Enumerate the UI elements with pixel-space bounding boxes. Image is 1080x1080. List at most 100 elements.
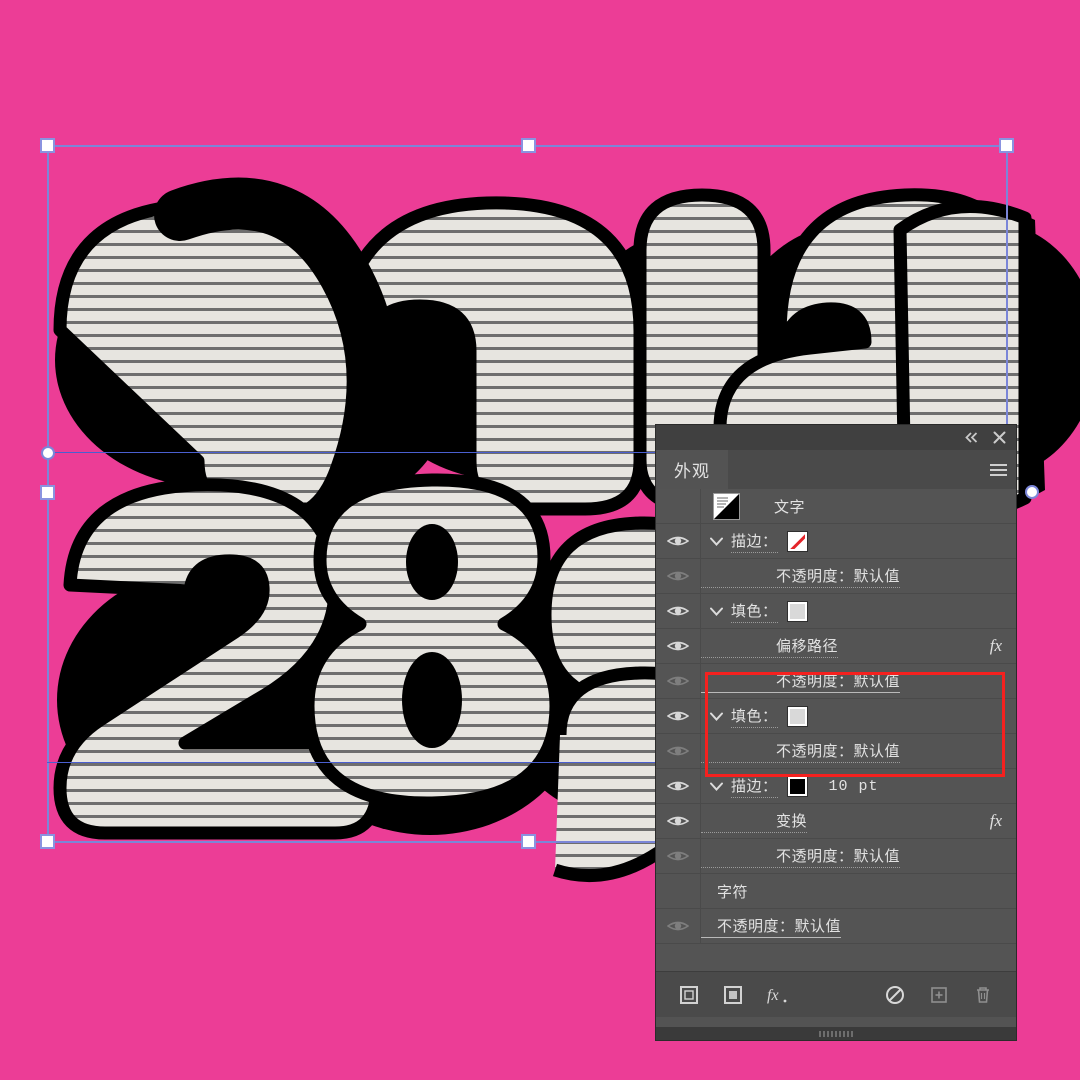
fill-color-swatch-1[interactable] <box>787 601 807 621</box>
close-panel-icon[interactable] <box>993 431 1006 444</box>
selection-handle-top-right[interactable] <box>999 138 1014 153</box>
row-label-character: 字符 <box>717 883 749 901</box>
appearance-row-fill-1-opacity[interactable]: 不透明度：默认值 <box>656 664 1016 699</box>
appearance-row-offset-path[interactable]: 偏移路径 fx <box>656 629 1016 664</box>
add-effect-button[interactable]: fx <box>766 984 788 1006</box>
fx-icon: fx <box>767 987 787 1004</box>
row-label-fill-2-opacity: 不透明度：默认值 <box>701 740 901 763</box>
eye-cell-empty <box>656 489 701 523</box>
eye-icon <box>667 851 689 861</box>
tab-appearance[interactable]: 外观 <box>656 450 728 489</box>
grip-dots-icon <box>819 1030 853 1037</box>
row-label-stroke-1: 描边： <box>731 530 778 553</box>
panel-menu-icon[interactable] <box>980 450 1016 489</box>
row-label-stroke-2: 描边： <box>731 775 778 798</box>
selection-handle-middle-left[interactable] <box>40 485 55 500</box>
panel-resize-grip[interactable] <box>656 1027 1016 1040</box>
appearance-row-fill-2-opacity[interactable]: 不透明度：默认值 <box>656 734 1016 769</box>
fill-color-swatch-2[interactable] <box>787 706 807 726</box>
appearance-list[interactable]: 文字 描边： 不透明度：默认值 填色： 偏移路径 fx 不透明度：默认值 填色：… <box>656 489 1016 971</box>
fx-icon-offset-path[interactable]: fx <box>990 636 1002 656</box>
row-label-fill-2: 填色： <box>731 705 778 728</box>
appearance-panel[interactable]: 外观 文字 描边： 不透明度：默认值 填色： 偏移路径 fx 不透明度：默认值 … <box>656 425 1016 1040</box>
eye-icon <box>667 641 689 651</box>
visibility-toggle-stroke-2-opacity[interactable] <box>656 839 701 873</box>
visibility-toggle-stroke-1[interactable] <box>656 524 701 558</box>
add-new-stroke-button[interactable] <box>678 984 700 1006</box>
eye-icon <box>667 746 689 756</box>
add-new-fill-button[interactable] <box>722 984 744 1006</box>
disclosure-stroke-1[interactable] <box>701 537 731 546</box>
appearance-row-fill-2[interactable]: 填色： <box>656 699 1016 734</box>
row-label-stroke-1-opacity: 不透明度：默认值 <box>701 565 901 588</box>
eye-icon <box>667 781 689 791</box>
appearance-row-type-object[interactable]: 文字 <box>656 489 1016 524</box>
selection-handle-bottom-left[interactable] <box>40 834 55 849</box>
visibility-toggle-fill-2-opacity[interactable] <box>656 734 701 768</box>
no-symbol-icon <box>886 985 904 1004</box>
visibility-toggle-stroke-1-opacity[interactable] <box>656 559 701 593</box>
eye-icon <box>667 571 689 581</box>
appearance-row-object-opacity[interactable]: 不透明度：默认值 <box>656 909 1016 944</box>
row-label-transform: 变换 <box>701 810 808 833</box>
disclosure-stroke-2[interactable] <box>701 782 731 791</box>
fx-icon-transform[interactable]: fx <box>990 811 1002 831</box>
eye-icon <box>667 816 689 826</box>
panel-tab-strip: 外观 <box>656 450 1016 489</box>
eye-icon <box>667 676 689 686</box>
square-outline-icon <box>680 985 698 1004</box>
row-label-offset-path: 偏移路径 <box>701 635 839 658</box>
tab-strip-filler <box>728 450 980 489</box>
tab-appearance-label: 外观 <box>674 462 710 481</box>
chevron-down-icon <box>709 782 723 791</box>
selection-handle-top-left[interactable] <box>40 138 55 153</box>
selection-handle-top-center[interactable] <box>521 138 536 153</box>
visibility-toggle-object-opacity[interactable] <box>656 909 701 943</box>
chevron-down-icon <box>709 537 723 546</box>
eye-icon <box>667 711 689 721</box>
row-label-type-object: 文字 <box>774 498 806 516</box>
disclosure-fill-1[interactable] <box>701 607 731 616</box>
row-label-fill-1-opacity: 不透明度：默认值 <box>701 670 901 693</box>
appearance-row-character[interactable]: 字符 <box>656 874 1016 909</box>
stroke-weight-value[interactable]: 10 pt <box>829 778 879 795</box>
appearance-row-fill-1[interactable]: 填色： <box>656 594 1016 629</box>
duplicate-icon <box>931 986 947 1003</box>
chevron-down-icon <box>709 712 723 721</box>
eye-cell-empty-character <box>656 874 701 908</box>
chevron-down-icon <box>709 607 723 616</box>
clear-appearance-button[interactable] <box>884 984 906 1006</box>
stroke-color-swatch-black[interactable] <box>787 776 807 796</box>
eye-icon <box>667 536 689 546</box>
stroke-color-swatch-none[interactable] <box>787 531 807 551</box>
eye-icon <box>667 921 689 931</box>
panel-title-bar <box>656 425 1016 450</box>
selection-handle-bottom-center[interactable] <box>521 834 536 849</box>
square-filled-icon <box>724 985 742 1004</box>
appearance-row-stroke-1-opacity[interactable]: 不透明度：默认值 <box>656 559 1016 594</box>
svg-text:fx: fx <box>767 987 779 1004</box>
visibility-toggle-fill-1[interactable] <box>656 594 701 628</box>
panel-footer-toolbar[interactable]: fx <box>656 971 1016 1017</box>
anchor-point-baseline-right[interactable] <box>1025 485 1039 499</box>
row-label-fill-1: 填色： <box>731 600 778 623</box>
visibility-toggle-fill-1-opacity[interactable] <box>656 664 701 698</box>
row-label-object-opacity: 不透明度：默认值 <box>701 915 842 938</box>
visibility-toggle-transform[interactable] <box>656 804 701 838</box>
appearance-row-stroke-1[interactable]: 描边： <box>656 524 1016 559</box>
disclosure-fill-2[interactable] <box>701 712 731 721</box>
appearance-row-stroke-2-opacity[interactable]: 不透明度：默认值 <box>656 839 1016 874</box>
visibility-toggle-fill-2[interactable] <box>656 699 701 733</box>
appearance-row-transform[interactable]: 变换 fx <box>656 804 1016 839</box>
object-thumbnail-icon <box>713 492 740 520</box>
anchor-point-baseline-left[interactable] <box>41 446 55 460</box>
hamburger-icon <box>989 461 1007 479</box>
appearance-row-stroke-2[interactable]: 描边： 10 pt <box>656 769 1016 804</box>
duplicate-item-button[interactable] <box>928 984 950 1006</box>
eye-icon <box>667 606 689 616</box>
delete-item-button[interactable] <box>972 984 994 1006</box>
trash-icon <box>977 986 989 1003</box>
collapse-panel-icon[interactable] <box>964 432 979 443</box>
visibility-toggle-offset-path[interactable] <box>656 629 701 663</box>
visibility-toggle-stroke-2[interactable] <box>656 769 701 803</box>
